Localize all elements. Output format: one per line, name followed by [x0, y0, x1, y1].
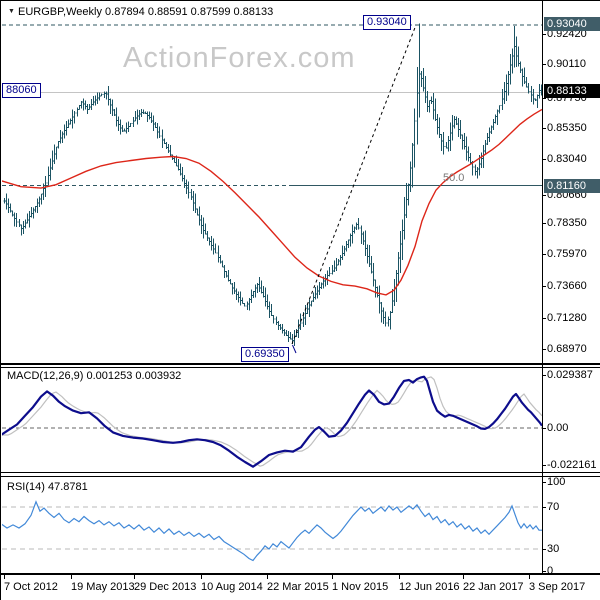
x-axis-date-label: 19 May 2013 — [71, 581, 135, 593]
axis-price-label: -0.022161 — [542, 459, 597, 471]
x-axis-tick — [71, 575, 72, 579]
axis-price-label: 100 — [541, 476, 566, 488]
x-axis-date-label: 22 Mar 2015 — [267, 581, 329, 593]
high-price-annotation-box[interactable]: 0.93040 — [363, 15, 411, 30]
axis-price-label: 0.78350 — [542, 217, 587, 229]
axis-price-label: 0.75970 — [542, 248, 587, 260]
x-axis-date-label: 10 Aug 2014 — [201, 581, 263, 593]
axis-price-label: 30 — [541, 543, 560, 555]
axis-price-label: 0.00 — [541, 422, 569, 434]
x-axis-tick — [332, 575, 333, 579]
actionforex-watermark: ActionForex.com — [123, 42, 356, 74]
x-axis-date-label: 1 Nov 2015 — [332, 581, 389, 593]
x-axis-date-label: 22 Jan 2017 — [463, 581, 524, 593]
panel-divider — [1, 367, 600, 368]
ohlc-values: 0.87894 0.88591 0.87599 0.88133 — [105, 6, 274, 18]
macd-indicator-header: MACD(12,26,9) 0.001253 0.003932 — [7, 370, 181, 382]
main-chart-header: ▼ EURGBP,Weekly 0.87894 0.88591 0.87599 … — [8, 6, 273, 18]
rsi-line — [2, 500, 542, 562]
axis-price-label-badge: 0.93040 — [544, 17, 600, 31]
macd-label: MACD(12,26,9) — [7, 370, 84, 382]
macd-main-line — [2, 375, 542, 468]
panel-divider — [1, 573, 600, 575]
panel-divider — [1, 472, 600, 473]
chart-canvas[interactable] — [1, 1, 600, 600]
axis-price-label: 0.90110 — [542, 58, 586, 70]
x-axis-tick — [399, 575, 400, 579]
symbol-timeframe-label: EURGBP,Weekly — [18, 6, 102, 18]
x-axis-date-label: 7 Oct 2012 — [4, 581, 58, 593]
axis-price-label: 0.029387 — [542, 369, 593, 381]
fib-50-label: 50.0 — [443, 172, 465, 184]
macd-values: 0.001253 0.003932 — [86, 370, 182, 382]
axis-price-label: 0.73660 — [542, 280, 587, 292]
panel-divider — [1, 363, 600, 365]
axis-price-label: 0.83040 — [542, 153, 587, 165]
x-axis-tick — [529, 575, 530, 579]
x-axis-date-label: 3 Sep 2017 — [529, 581, 586, 593]
axis-price-label: 0 — [541, 565, 554, 577]
low-box-connector — [292, 344, 297, 354]
x-axis-tick — [267, 575, 268, 579]
x-axis-tick — [463, 575, 464, 579]
macd-panel[interactable] — [1, 375, 542, 468]
axis-price-label-badge: 0.88133 — [544, 84, 600, 98]
x-axis-date-label: 12 Jun 2016 — [399, 581, 460, 593]
axis-price-label: 0.68970 — [542, 343, 587, 355]
macd-signal-line — [2, 376, 542, 467]
axis-price-label-badge: 0.81160 — [544, 179, 600, 193]
x-axis-tick — [4, 575, 5, 579]
x-axis-date-label: 29 Dec 2013 — [134, 581, 197, 593]
dropdown-triangle-icon[interactable]: ▼ — [8, 8, 15, 15]
resistance-annotation-box[interactable]: 88060 — [2, 83, 41, 98]
rsi-indicator-header: RSI(14) 47.8781 — [7, 481, 88, 493]
low-price-annotation-box[interactable]: 0.69350 — [241, 347, 289, 362]
rsi-label: RSI(14) — [7, 481, 45, 493]
axis-price-label: 70 — [541, 501, 560, 513]
trading-chart-window: ▼ EURGBP,Weekly 0.87894 0.88591 0.87599 … — [0, 0, 600, 600]
rsi-value: 47.8781 — [47, 481, 88, 493]
axis-price-label: 0.85350 — [542, 122, 587, 134]
axis-price-label: 0.71280 — [542, 312, 587, 324]
x-axis-tick — [134, 575, 135, 579]
rsi-panel[interactable] — [1, 500, 542, 562]
price-axis-line — [542, 1, 543, 575]
panel-divider — [1, 476, 600, 477]
x-axis-tick — [201, 575, 202, 579]
